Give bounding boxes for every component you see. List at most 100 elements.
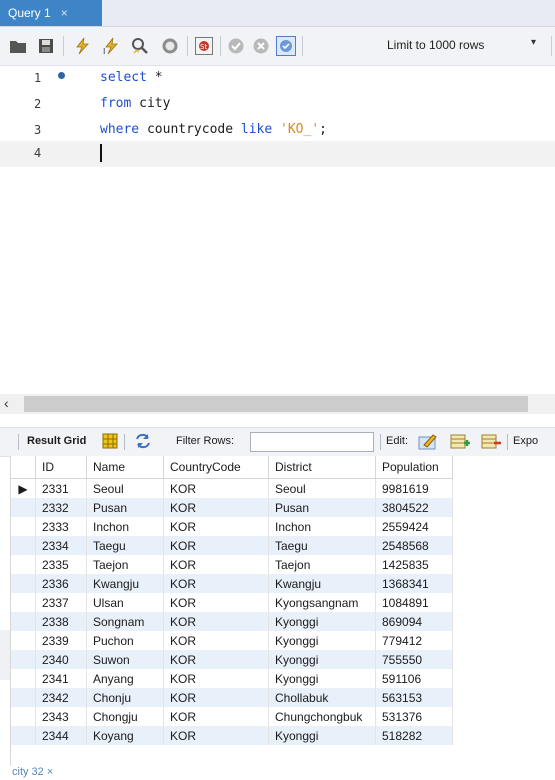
- cell-population[interactable]: 1425835: [375, 555, 453, 574]
- cell-population[interactable]: 2559424: [375, 517, 453, 536]
- commit-icon[interactable]: [226, 36, 246, 56]
- cell-id[interactable]: 2334: [35, 536, 87, 555]
- cell-countrycode[interactable]: KOR: [163, 669, 269, 688]
- cell-population[interactable]: 869094: [375, 612, 453, 631]
- cell-id[interactable]: 2333: [35, 517, 87, 536]
- cell-population[interactable]: 591106: [375, 669, 453, 688]
- cell-id[interactable]: 2340: [35, 650, 87, 669]
- cell-id[interactable]: 2332: [35, 498, 87, 517]
- table-row[interactable]: 2338 Songnam KOR Kyonggi 869094: [11, 612, 453, 631]
- cell-district[interactable]: Kyonggi: [268, 631, 376, 650]
- delete-row-icon[interactable]: [481, 433, 501, 451]
- tab-close-icon[interactable]: ×: [61, 6, 68, 20]
- cell-district[interactable]: Seoul: [268, 478, 376, 498]
- autocommit-icon[interactable]: [276, 36, 296, 56]
- table-row[interactable]: 2334 Taegu KOR Taegu 2548568: [11, 536, 453, 555]
- insert-row-icon[interactable]: [450, 433, 470, 451]
- table-row[interactable]: 2332 Pusan KOR Pusan 3804522: [11, 498, 453, 517]
- column-header-name[interactable]: Name: [86, 456, 164, 479]
- open-file-icon[interactable]: [8, 36, 28, 56]
- cell-id[interactable]: 2342: [35, 688, 87, 707]
- result-grid[interactable]: ID Name CountryCode District Population …: [10, 456, 555, 766]
- column-header-population[interactable]: Population: [375, 456, 453, 479]
- table-row[interactable]: 2337 Ulsan KOR Kyongsangnam 1084891: [11, 593, 453, 612]
- export-button[interactable]: Expo: [513, 435, 538, 447]
- cell-name[interactable]: Taegu: [86, 536, 164, 555]
- cell-district[interactable]: Kyongsangnam: [268, 593, 376, 612]
- cell-district[interactable]: Kyonggi: [268, 650, 376, 669]
- cell-name[interactable]: Taejon: [86, 555, 164, 574]
- cell-district[interactable]: Kyonggi: [268, 669, 376, 688]
- cell-population[interactable]: 563153: [375, 688, 453, 707]
- cell-name[interactable]: Ulsan: [86, 593, 164, 612]
- cell-countrycode[interactable]: KOR: [163, 726, 269, 745]
- refresh-icon[interactable]: [134, 433, 152, 451]
- table-row[interactable]: 2343 Chongju KOR Chungchongbuk 531376: [11, 707, 453, 726]
- cell-name[interactable]: Puchon: [86, 631, 164, 650]
- cell-district[interactable]: Inchon: [268, 517, 376, 536]
- cell-countrycode[interactable]: KOR: [163, 593, 269, 612]
- cell-countrycode[interactable]: KOR: [163, 650, 269, 669]
- cell-countrycode[interactable]: KOR: [163, 707, 269, 726]
- cell-countrycode[interactable]: KOR: [163, 517, 269, 536]
- editor-horizontal-scrollbar[interactable]: ‹: [0, 394, 555, 414]
- edit-row-icon[interactable]: [418, 433, 437, 451]
- cell-population[interactable]: 779412: [375, 631, 453, 650]
- cell-id[interactable]: 2337: [35, 593, 87, 612]
- close-icon[interactable]: ×: [47, 766, 53, 778]
- scrollbar-thumb[interactable]: [24, 396, 528, 412]
- cell-name[interactable]: Anyang: [86, 669, 164, 688]
- column-header-district[interactable]: District: [268, 456, 376, 479]
- explain-icon[interactable]: [130, 36, 150, 56]
- cell-population[interactable]: 1368341: [375, 574, 453, 593]
- table-row[interactable]: 2333 Inchon KOR Inchon 2559424: [11, 517, 453, 536]
- cell-countrycode[interactable]: KOR: [163, 574, 269, 593]
- cell-id[interactable]: 2335: [35, 555, 87, 574]
- cell-id[interactable]: 2343: [35, 707, 87, 726]
- column-header-countrycode[interactable]: CountryCode: [163, 456, 269, 479]
- cell-district[interactable]: Kyonggi: [268, 612, 376, 631]
- cell-population[interactable]: 2548568: [375, 536, 453, 555]
- chevron-down-icon[interactable]: ▾: [531, 37, 536, 48]
- cell-district[interactable]: Chollabuk: [268, 688, 376, 707]
- cell-district[interactable]: Kwangju: [268, 574, 376, 593]
- result-grid-tab[interactable]: Result Grid: [27, 435, 86, 447]
- save-icon[interactable]: [36, 36, 56, 56]
- cell-name[interactable]: Kwangju: [86, 574, 164, 593]
- cell-countrycode[interactable]: KOR: [163, 555, 269, 574]
- cell-district[interactable]: Chungchongbuk: [268, 707, 376, 726]
- cell-population[interactable]: 518282: [375, 726, 453, 745]
- execute-current-icon[interactable]: I: [101, 36, 121, 56]
- cell-id[interactable]: 2339: [35, 631, 87, 650]
- table-row[interactable]: 2340 Suwon KOR Kyonggi 755550: [11, 650, 453, 669]
- tab-query-1[interactable]: Query 1 ×: [0, 0, 102, 26]
- cell-id[interactable]: 2331: [35, 478, 87, 498]
- filter-rows-input[interactable]: [250, 432, 374, 452]
- cell-id[interactable]: 2338: [35, 612, 87, 631]
- table-row[interactable]: 2344 Koyang KOR Kyonggi 518282: [11, 726, 453, 745]
- cell-name[interactable]: Koyang: [86, 726, 164, 745]
- cell-district[interactable]: Kyonggi: [268, 726, 376, 745]
- cell-district[interactable]: Pusan: [268, 498, 376, 517]
- result-tab-city[interactable]: city 32 ×: [12, 766, 53, 778]
- column-header-id[interactable]: ID: [35, 456, 87, 479]
- table-row[interactable]: 2342 Chonju KOR Chollabuk 563153: [11, 688, 453, 707]
- cell-countrycode[interactable]: KOR: [163, 478, 269, 498]
- table-row[interactable]: 2341 Anyang KOR Kyonggi 591106: [11, 669, 453, 688]
- cell-name[interactable]: Inchon: [86, 517, 164, 536]
- table-row[interactable]: 2335 Taejon KOR Taejon 1425835: [11, 555, 453, 574]
- cell-name[interactable]: Chongju: [86, 707, 164, 726]
- cell-countrycode[interactable]: KOR: [163, 536, 269, 555]
- cell-population[interactable]: 9981619: [375, 478, 453, 498]
- grid-icon[interactable]: [102, 433, 120, 451]
- cell-id[interactable]: 2336: [35, 574, 87, 593]
- cell-countrycode[interactable]: KOR: [163, 498, 269, 517]
- cell-population[interactable]: 531376: [375, 707, 453, 726]
- cell-countrycode[interactable]: KOR: [163, 631, 269, 650]
- cell-population[interactable]: 3804522: [375, 498, 453, 517]
- cell-district[interactable]: Taejon: [268, 555, 376, 574]
- execute-icon[interactable]: [72, 36, 92, 56]
- cell-countrycode[interactable]: KOR: [163, 688, 269, 707]
- cell-population[interactable]: 755550: [375, 650, 453, 669]
- cell-name[interactable]: Pusan: [86, 498, 164, 517]
